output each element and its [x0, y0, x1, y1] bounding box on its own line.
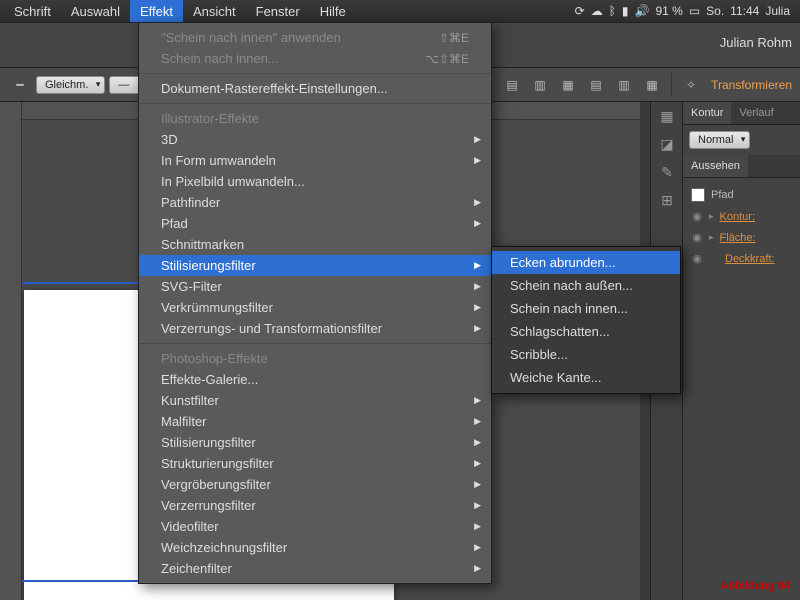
visibility-icon[interactable]: ◉ — [691, 231, 703, 244]
ai-effect-item-1[interactable]: In Form umwandeln — [139, 150, 491, 171]
panel-icon-transform[interactable]: ⊞ — [651, 186, 683, 214]
menu-raster-settings[interactable]: Dokument-Rastereffekt-Einstellungen... — [139, 78, 491, 99]
ps-effect-item-5[interactable]: Vergröberungsfilter — [139, 474, 491, 495]
stroke-profile-dropdown[interactable]: Gleichm. — [36, 76, 105, 94]
stylize-item-0[interactable]: Ecken abrunden... — [492, 251, 680, 274]
separator — [671, 73, 672, 97]
ps-effect-item-0[interactable]: Effekte-Galerie... — [139, 369, 491, 390]
battery-percent: 91 % — [655, 4, 682, 18]
menu-auswahl[interactable]: Auswahl — [61, 0, 130, 22]
ai-effect-item-4[interactable]: Pfad — [139, 213, 491, 234]
ps-effect-item-4[interactable]: Strukturierungsfilter — [139, 453, 491, 474]
appearance-row-opacity[interactable]: ◉ Deckkraft: — [689, 248, 794, 269]
appearance-panel-tabs: Aussehen — [683, 155, 800, 178]
opacity-link[interactable]: Deckkraft: — [725, 253, 775, 265]
align-bottom-icon[interactable]: ▦ — [640, 73, 664, 97]
ai-effect-item-7[interactable]: SVG-Filter — [139, 276, 491, 297]
stylize-item-5[interactable]: Weiche Kante... — [492, 366, 680, 389]
stroke-link[interactable]: Kontur: — [720, 211, 755, 223]
stroke-icon[interactable]: ━ — [8, 73, 32, 97]
figure-caption: Abbildung 04 — [720, 580, 790, 592]
menu-last-effect: Schein nach innen... ⌥⇧⌘E — [139, 48, 491, 69]
tab-kontur[interactable]: Kontur — [683, 102, 731, 124]
transform-icon[interactable]: ✧ — [679, 73, 703, 97]
menu-header-illustrator: Illustrator-Effekte — [139, 108, 491, 129]
menu-apply-last-label: "Schein nach innen" anwenden — [161, 30, 341, 45]
menubar-status: ⟳ ☁ ᛒ ▮ 🔊 91 % ▭ So. 11:44 Julia — [575, 4, 796, 18]
right-panels: Kontur Verlauf Normal Aussehen Pfad ◉ ▸ … — [682, 102, 800, 600]
blend-mode-dropdown[interactable]: Normal — [689, 131, 750, 149]
appearance-title-label: Pfad — [711, 189, 734, 201]
stylize-item-1[interactable]: Schein nach außen... — [492, 274, 680, 297]
menu-fenster[interactable]: Fenster — [246, 0, 310, 22]
shortcut-label: ⇧⌘E — [439, 31, 469, 45]
clock-day: So. — [706, 4, 724, 18]
ai-effect-item-6[interactable]: Stilisierungsfilter — [139, 255, 491, 276]
stroke-panel-body: Normal — [683, 125, 800, 155]
stylize-item-4[interactable]: Scribble... — [492, 343, 680, 366]
sync-icon: ⟳ — [575, 4, 585, 18]
ps-effect-item-6[interactable]: Verzerrungsfilter — [139, 495, 491, 516]
ps-effect-item-7[interactable]: Videofilter — [139, 516, 491, 537]
menu-schrift[interactable]: Schrift — [4, 0, 61, 22]
fill-link[interactable]: Fläche: — [720, 232, 756, 244]
stylize-item-2[interactable]: Schein nach innen... — [492, 297, 680, 320]
menu-apply-last: "Schein nach innen" anwenden ⇧⌘E — [139, 27, 491, 48]
disclosure-icon[interactable]: ▸ — [709, 232, 714, 243]
clock-time: 11:44 — [730, 4, 759, 18]
align-center-icon[interactable]: ▥ — [528, 73, 552, 97]
ai-effect-item-9[interactable]: Verzerrungs- und Transformationsfilter — [139, 318, 491, 339]
workspace-user-label[interactable]: Julian Rohm — [720, 35, 792, 50]
ai-effect-item-2[interactable]: In Pixelbild umwandeln... — [139, 171, 491, 192]
align-left-icon[interactable]: ▤ — [500, 73, 524, 97]
stroke-panel-tabs: Kontur Verlauf — [683, 102, 800, 125]
menu-effekt[interactable]: Effekt — [130, 0, 183, 22]
visibility-icon[interactable]: ◉ — [691, 210, 703, 223]
ps-effect-item-8[interactable]: Weichzeichnungsfilter — [139, 537, 491, 558]
transform-label[interactable]: Transformieren — [711, 78, 792, 92]
bluetooth-icon: ᛒ — [609, 4, 616, 18]
appearance-row-stroke[interactable]: ◉ ▸ Kontur: — [689, 206, 794, 227]
panel-icon-grid[interactable]: ▦ — [651, 102, 683, 130]
ruler-vertical — [0, 102, 22, 600]
ps-effect-item-2[interactable]: Malfilter — [139, 411, 491, 432]
fill-swatch-icon[interactable] — [691, 188, 705, 202]
ps-effect-item-1[interactable]: Kunstfilter — [139, 390, 491, 411]
appearance-panel-body: Pfad ◉ ▸ Kontur: ◉ ▸ Fläche: ◉ Deckkraft… — [683, 178, 800, 275]
stilisierungsfilter-submenu: Ecken abrunden...Schein nach außen...Sch… — [491, 246, 681, 394]
battery-icon: ▭ — [689, 4, 700, 18]
stylize-item-3[interactable]: Schlagschatten... — [492, 320, 680, 343]
wifi-icon: ▮ — [622, 4, 629, 18]
menu-header-photoshop: Photoshop-Effekte — [139, 348, 491, 369]
panel-icon-swatch[interactable]: ◪ — [651, 130, 683, 158]
shortcut-label: ⌥⇧⌘E — [425, 52, 469, 66]
align-top-icon[interactable]: ▤ — [584, 73, 608, 97]
tab-aussehen[interactable]: Aussehen — [683, 155, 748, 177]
menu-hilfe[interactable]: Hilfe — [310, 0, 356, 22]
tab-verlauf[interactable]: Verlauf — [731, 102, 781, 124]
ps-effect-item-3[interactable]: Stilisierungsfilter — [139, 432, 491, 453]
ps-effect-item-9[interactable]: Zeichenfilter — [139, 558, 491, 579]
align-middle-icon[interactable]: ▥ — [612, 73, 636, 97]
ai-effect-item-3[interactable]: Pathfinder — [139, 192, 491, 213]
visibility-icon[interactable]: ◉ — [691, 252, 703, 265]
effekt-menu: "Schein nach innen" anwenden ⇧⌘E Schein … — [138, 22, 492, 584]
disclosure-icon[interactable]: ▸ — [709, 211, 714, 222]
cloud-icon: ☁ — [591, 4, 603, 18]
ai-effect-item-0[interactable]: 3D — [139, 129, 491, 150]
panel-icon-brush[interactable]: ✎ — [651, 158, 683, 186]
user-name-short: Julia — [765, 4, 790, 18]
appearance-row-fill[interactable]: ◉ ▸ Fläche: — [689, 227, 794, 248]
system-menubar: Schrift Auswahl Effekt Ansicht Fenster H… — [0, 0, 800, 22]
ai-effect-item-5[interactable]: Schnittmarken — [139, 234, 491, 255]
align-right-icon[interactable]: ▦ — [556, 73, 580, 97]
volume-icon: 🔊 — [635, 4, 650, 18]
ai-effect-item-8[interactable]: Verkrümmungsfilter — [139, 297, 491, 318]
menu-last-effect-label: Schein nach innen... — [161, 51, 279, 66]
appearance-item-title: Pfad — [689, 184, 794, 206]
menu-ansicht[interactable]: Ansicht — [183, 0, 246, 22]
